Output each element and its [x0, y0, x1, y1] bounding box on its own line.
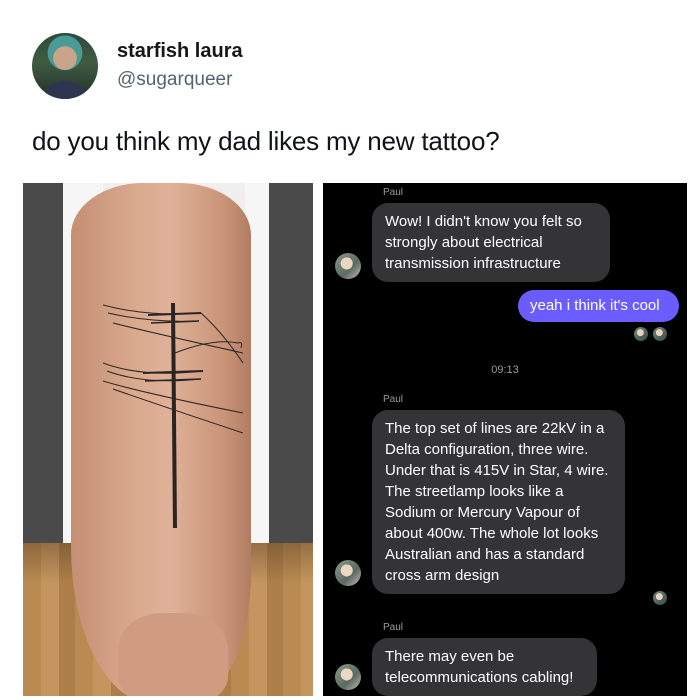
outgoing-message-bubble[interactable]: yeah i think it's cool: [518, 290, 679, 322]
power-pole-tattoo: [103, 302, 243, 529]
sender-avatar[interactable]: [335, 664, 361, 690]
chat-screenshot: Paul Wow! I didn't know you felt so stro…: [323, 183, 687, 696]
sender-avatar[interactable]: [335, 560, 361, 586]
tweet-text: do you think my dad likes my new tattoo?: [32, 126, 500, 156]
sender-label: Paul: [383, 187, 404, 198]
read-receipt-avatar: [653, 327, 667, 341]
sender-label: Paul: [383, 394, 404, 405]
user-handle[interactable]: @sugarqueer: [117, 69, 232, 91]
message-timestamp: 09:13: [491, 364, 519, 376]
profile-avatar[interactable]: [32, 33, 98, 99]
read-receipt-avatar: [634, 327, 648, 341]
incoming-message-bubble[interactable]: There may even be telecommunications cab…: [372, 638, 597, 696]
incoming-message-bubble[interactable]: Wow! I didn't know you felt so strongly …: [372, 203, 610, 282]
tattoo-photo[interactable]: [23, 183, 313, 696]
display-name[interactable]: starfish laura: [117, 40, 243, 63]
read-receipt-avatar: [653, 591, 667, 605]
incoming-message-bubble[interactable]: The top set of lines are 22kV in a Delta…: [372, 410, 625, 594]
sender-label: Paul: [383, 622, 404, 633]
sender-avatar[interactable]: [335, 253, 361, 279]
